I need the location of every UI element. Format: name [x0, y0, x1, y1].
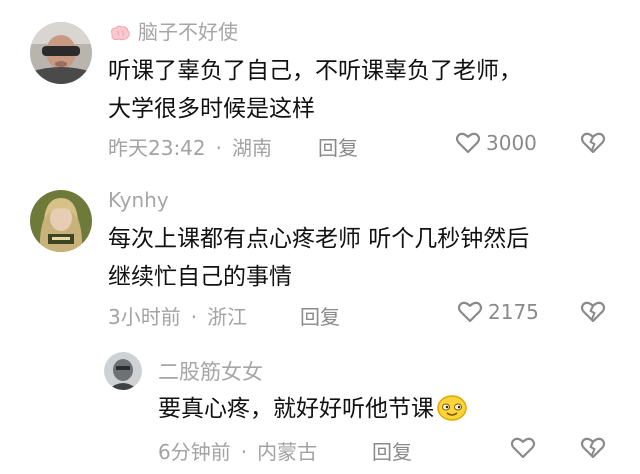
heart-icon: [457, 300, 483, 324]
location: 湖南: [232, 136, 272, 160]
timestamp: 昨天23:42: [108, 136, 206, 160]
comment-line: 听课了辜负了自己，不听课辜负了老师，: [108, 58, 522, 84]
avatar[interactable]: [30, 190, 92, 252]
comment-line: 大学很多时候是这样: [108, 96, 315, 122]
username[interactable]: Kynhy: [108, 188, 169, 212]
brain-icon: [108, 23, 132, 47]
timestamp: 3小时前: [108, 305, 181, 329]
broken-heart-icon: [580, 437, 606, 464]
like-count: 3000: [486, 131, 537, 155]
dislike-button[interactable]: [580, 436, 606, 464]
comment-text: 要真心疼，就好好听他节课: [158, 390, 468, 434]
location: 内蒙古: [257, 440, 318, 464]
comment-meta: 昨天23:42 · 湖南: [108, 132, 272, 161]
comment-text: 听课了辜负了自己，不听课辜负了老师， 大学很多时候是这样: [108, 52, 522, 128]
username[interactable]: 二股筋女女: [158, 356, 263, 386]
heart-icon: [510, 437, 536, 464]
separator: ·: [215, 136, 222, 160]
dislike-button[interactable]: [580, 300, 606, 328]
broken-heart-icon: [580, 132, 606, 159]
comment-line: 继续忙自己的事情: [108, 264, 292, 290]
separator: ·: [240, 440, 248, 464]
avatar[interactable]: [30, 22, 92, 84]
like-button[interactable]: [510, 436, 536, 464]
comment-line: 要真心疼，就好好听他节课: [158, 396, 434, 422]
separator: ·: [190, 305, 198, 329]
reply-button[interactable]: 回复: [300, 301, 340, 330]
like-button[interactable]: 3000: [455, 131, 537, 155]
username[interactable]: 脑子不好使: [108, 16, 238, 47]
reply-button[interactable]: 回复: [318, 132, 358, 161]
dislike-button[interactable]: [580, 131, 606, 159]
avatar[interactable]: [104, 352, 142, 390]
broken-heart-icon: [580, 301, 606, 328]
comment-text: 每次上课都有点心疼老师 听个几秒钟然后 继续忙自己的事情: [108, 220, 529, 296]
username-text: 脑子不好使: [138, 20, 238, 44]
timestamp: 6分钟前: [158, 440, 231, 464]
smile-emoji-icon: [436, 394, 468, 434]
heart-icon: [455, 131, 481, 155]
comment-meta: 3小时前 · 浙江: [108, 301, 247, 330]
comment-meta: 6分钟前 · 内蒙古: [158, 436, 317, 465]
comment-line: 每次上课都有点心疼老师 听个几秒钟然后: [108, 226, 530, 252]
like-button[interactable]: 2175: [457, 300, 539, 324]
reply-button[interactable]: 回复: [372, 436, 412, 465]
location: 浙江: [207, 305, 248, 329]
like-count: 2175: [488, 300, 539, 324]
